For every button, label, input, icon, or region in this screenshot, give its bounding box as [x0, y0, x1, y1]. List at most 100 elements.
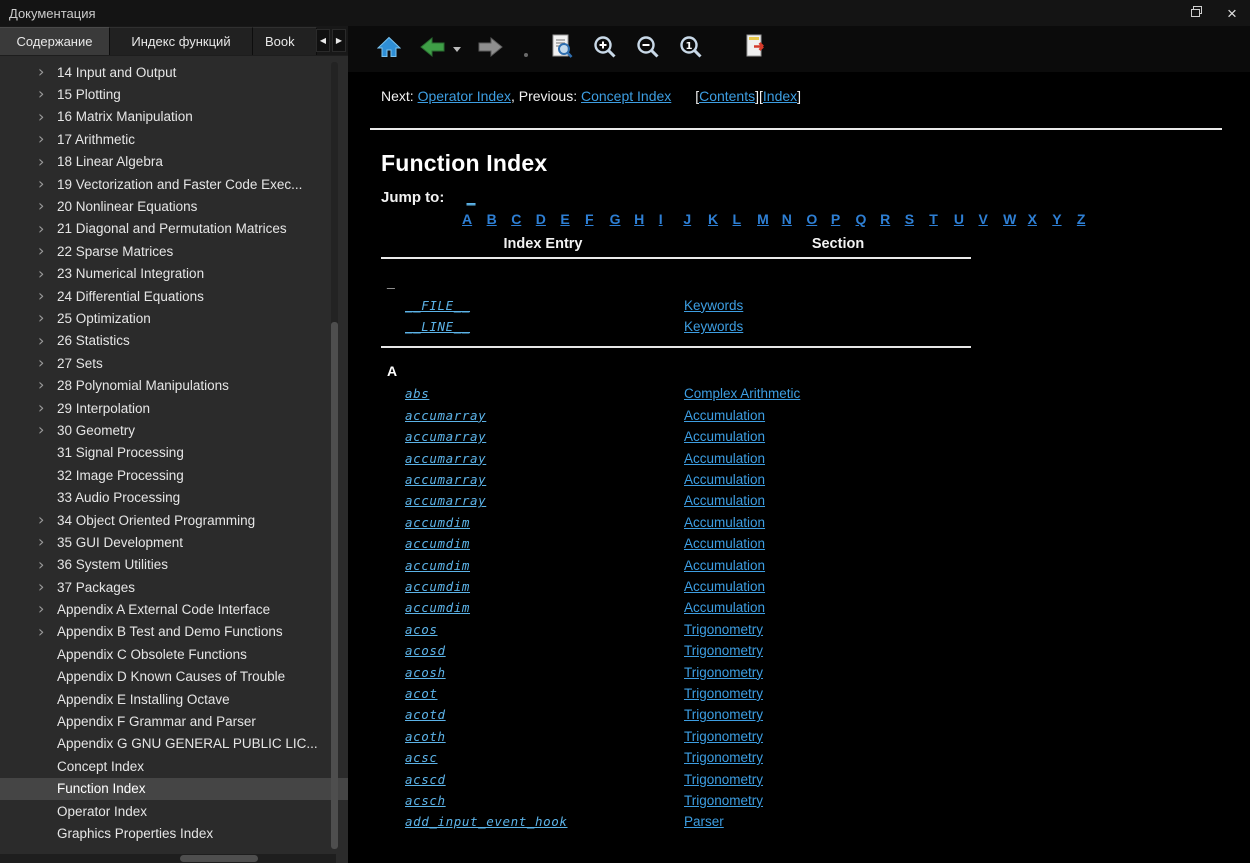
- function-entry-link[interactable]: abs: [405, 386, 429, 401]
- tab-scroll-right-button[interactable]: ▶: [332, 29, 346, 52]
- section-link[interactable]: Accumulation: [684, 536, 765, 551]
- jump-letter-Y[interactable]: Y: [1052, 211, 1077, 227]
- function-entry-link[interactable]: accumarray: [405, 429, 486, 444]
- jump-letter-U[interactable]: U: [954, 211, 979, 227]
- previous-link[interactable]: Concept Index: [581, 88, 671, 104]
- section-link[interactable]: Accumulation: [684, 429, 765, 444]
- chevron-right-icon[interactable]: ›: [38, 375, 52, 395]
- zoom-in-button[interactable]: [590, 34, 620, 64]
- chevron-right-icon[interactable]: ›: [38, 532, 52, 552]
- sidebar-item[interactable]: ›20 Nonlinear Equations: [0, 195, 348, 217]
- sidebar-vertical-scrollbar-thumb[interactable]: [331, 322, 338, 849]
- sidebar-item[interactable]: ›17 Arithmetic: [0, 128, 348, 150]
- sidebar-item[interactable]: ›16 Matrix Manipulation: [0, 106, 348, 128]
- sidebar-item[interactable]: ›22 Sparse Matrices: [0, 240, 348, 262]
- find-in-page-button[interactable]: [547, 34, 577, 64]
- section-link[interactable]: Keywords: [684, 298, 743, 313]
- chevron-right-icon[interactable]: ›: [38, 510, 52, 530]
- zoom-original-button[interactable]: 1: [676, 34, 706, 64]
- contents-link[interactable]: Contents: [699, 88, 755, 104]
- zoom-out-button[interactable]: [633, 34, 663, 64]
- section-link[interactable]: Trigonometry: [684, 729, 763, 744]
- jump-letter-W[interactable]: W: [1003, 211, 1028, 227]
- chevron-right-icon[interactable]: ›: [38, 577, 52, 597]
- sidebar-item[interactable]: Appendix G GNU GENERAL PUBLIC LIC...: [0, 733, 348, 755]
- chevron-right-icon[interactable]: ›: [38, 84, 52, 104]
- function-entry-link[interactable]: accumdim: [405, 579, 470, 594]
- chevron-right-icon[interactable]: ›: [38, 62, 52, 82]
- chevron-right-icon[interactable]: ›: [38, 264, 52, 284]
- section-link[interactable]: Trigonometry: [684, 707, 763, 722]
- function-entry-link[interactable]: accumdim: [405, 558, 470, 573]
- sidebar-item[interactable]: ›35 GUI Development: [0, 531, 348, 553]
- jump-letter-O[interactable]: O: [806, 211, 831, 227]
- sidebar-item[interactable]: ›Appendix B Test and Demo Functions: [0, 621, 348, 643]
- back-history-dropdown-button[interactable]: [452, 34, 462, 64]
- sidebar-item[interactable]: ›19 Vectorization and Faster Code Exec..…: [0, 173, 348, 195]
- sidebar-item[interactable]: Function Index: [0, 778, 348, 800]
- jump-letter-Z[interactable]: Z: [1077, 211, 1102, 227]
- sidebar-item[interactable]: ›29 Interpolation: [0, 397, 348, 419]
- section-link[interactable]: Accumulation: [684, 493, 765, 508]
- section-link[interactable]: Trigonometry: [684, 793, 763, 808]
- sidebar-item[interactable]: ›Appendix A External Code Interface: [0, 598, 348, 620]
- function-entry-link[interactable]: acotd: [405, 707, 446, 722]
- function-entry-link[interactable]: accumarray: [405, 451, 486, 466]
- jump-letter-D[interactable]: D: [536, 211, 561, 227]
- function-entry-link[interactable]: acosd: [405, 643, 446, 658]
- sidebar-item[interactable]: Concept Index: [0, 755, 348, 777]
- jump-letter-K[interactable]: K: [708, 211, 733, 227]
- chevron-right-icon[interactable]: ›: [38, 599, 52, 619]
- jump-letter-N[interactable]: N: [782, 211, 807, 227]
- section-link[interactable]: Keywords: [684, 319, 743, 334]
- chevron-right-icon[interactable]: ›: [38, 196, 52, 216]
- function-entry-link[interactable]: acos: [405, 622, 438, 637]
- sidebar-item[interactable]: Graphics Properties Index: [0, 822, 348, 844]
- chevron-right-icon[interactable]: ›: [38, 398, 52, 418]
- section-link[interactable]: Parser: [684, 814, 724, 829]
- chevron-right-icon[interactable]: ›: [38, 555, 52, 575]
- function-entry-link[interactable]: acsc: [405, 750, 438, 765]
- sidebar-item[interactable]: ›28 Polynomial Manipulations: [0, 374, 348, 396]
- sidebar-item[interactable]: Appendix C Obsolete Functions: [0, 643, 348, 665]
- function-entry-link[interactable]: acot: [405, 686, 438, 701]
- function-entry-link[interactable]: accumdim: [405, 536, 470, 551]
- chevron-right-icon[interactable]: ›: [38, 308, 52, 328]
- chevron-right-icon[interactable]: ›: [38, 107, 52, 127]
- jump-letter-A[interactable]: A: [462, 211, 487, 227]
- chevron-right-icon[interactable]: ›: [38, 129, 52, 149]
- sidebar-horizontal-scrollbar-thumb[interactable]: [180, 855, 258, 862]
- function-entry-link[interactable]: acscd: [405, 772, 446, 787]
- chevron-right-icon[interactable]: ›: [38, 174, 52, 194]
- function-entry-link[interactable]: add_input_event_hook: [405, 814, 568, 829]
- section-link[interactable]: Accumulation: [684, 579, 765, 594]
- tab-bookmarks[interactable]: Book: [253, 27, 317, 55]
- detach-window-button[interactable]: [742, 34, 772, 64]
- function-entry-link[interactable]: accumarray: [405, 408, 486, 423]
- chevron-right-icon[interactable]: ›: [38, 241, 52, 261]
- function-entry-link[interactable]: __LINE__: [405, 319, 470, 334]
- sidebar-item[interactable]: ›30 Geometry: [0, 419, 348, 441]
- chevron-right-icon[interactable]: ›: [38, 353, 52, 373]
- jump-letter-T[interactable]: T: [929, 211, 954, 227]
- restore-window-button[interactable]: [1187, 4, 1205, 22]
- sidebar-item[interactable]: ›18 Linear Algebra: [0, 151, 348, 173]
- sidebar-item[interactable]: 33 Audio Processing: [0, 486, 348, 508]
- function-entry-link[interactable]: acoth: [405, 729, 446, 744]
- sidebar-item[interactable]: 31 Signal Processing: [0, 442, 348, 464]
- tab-contents[interactable]: Содержание: [0, 27, 110, 55]
- close-window-button[interactable]: ×: [1223, 4, 1241, 22]
- function-entry-link[interactable]: accumdim: [405, 600, 470, 615]
- section-link[interactable]: Complex Arithmetic: [684, 386, 800, 401]
- function-entry-link[interactable]: acsch: [405, 793, 446, 808]
- sidebar-item[interactable]: ›36 System Utilities: [0, 554, 348, 576]
- jump-letter-G[interactable]: G: [610, 211, 635, 227]
- sidebar-item[interactable]: ›15 Plotting: [0, 83, 348, 105]
- sidebar-item[interactable]: ›27 Sets: [0, 352, 348, 374]
- function-entry-link[interactable]: __FILE__: [405, 298, 470, 313]
- jump-letter-S[interactable]: S: [905, 211, 930, 227]
- jump-letter-P[interactable]: P: [831, 211, 856, 227]
- section-link[interactable]: Accumulation: [684, 558, 765, 573]
- tab-scroll-left-button[interactable]: ◀: [316, 29, 330, 52]
- sidebar-item[interactable]: ›24 Differential Equations: [0, 285, 348, 307]
